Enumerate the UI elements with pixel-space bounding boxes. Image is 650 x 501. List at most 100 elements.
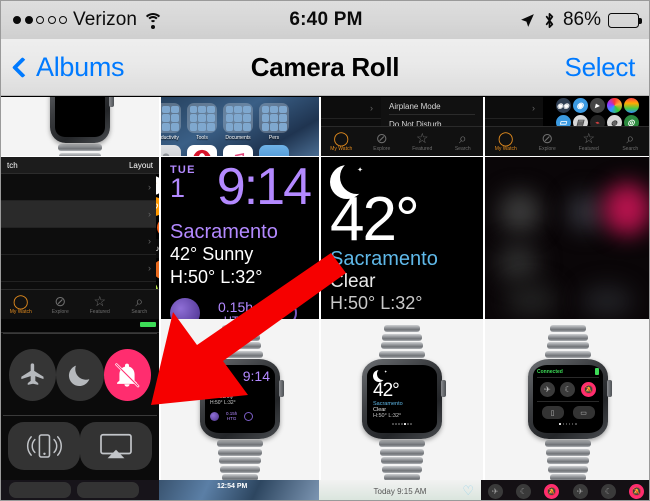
crescent-moon-icon: ✦: [330, 160, 374, 199]
photo-cell-apple-watch-control-center-photo[interactable]: Connected ✈ ☾ 🔕 ▯ ▭: [485, 319, 649, 480]
crescent-moon-icon: ✦: [373, 368, 389, 382]
tab-label: My Watch: [9, 309, 32, 315]
activity-ring-icon: [244, 411, 254, 421]
silent-bell-slash-icon[interactable]: 🔕: [581, 382, 597, 397]
springboard-app: Contacts: [161, 145, 181, 156]
photo-cell-message-thread-thumb[interactable]: Today 9:15 AM ♡: [319, 480, 481, 500]
photo-cell-iphone-home-screen-thumb[interactable]: Productivity Tools Documents Pers: [161, 97, 319, 156]
explore-compass-icon: ⊘: [541, 130, 554, 146]
activity-ring-icon: 9: [271, 300, 298, 319]
bluetooth-icon: [545, 12, 554, 28]
watch-outline-icon: ◯: [12, 293, 29, 309]
control-center-action-row: [1, 416, 159, 480]
airplane-mode-icon[interactable]: [9, 348, 57, 401]
photo-cell-watch-app-glances-thumb[interactable]: › › ◉◉ ◉ ▸ ▭ ▤ ⌁ ◍: [485, 97, 650, 156]
tab-explore[interactable]: ⊘ Explore: [41, 290, 81, 319]
iphone-photos-screen: Verizon 6:40 PM 86% Albums Camera Roll S…: [0, 0, 650, 501]
tab-my-watch[interactable]: ◯ My Watch: [485, 127, 527, 156]
tab-label: My Watch: [494, 146, 517, 152]
tab-featured[interactable]: ☆ Featured: [80, 290, 120, 319]
tab-label: Explore: [538, 146, 556, 152]
control-center-handle: [1, 319, 159, 333]
tab-search[interactable]: ⌕ Search: [610, 127, 650, 156]
nav-right-label: Layout: [128, 160, 153, 170]
back-button[interactable]: Albums: [1, 52, 251, 83]
weather-city: Sacramento: [170, 221, 278, 244]
photo-cell-blurred-dark-control-center-thumb[interactable]: [485, 157, 649, 319]
tab-label: Featured: [578, 146, 599, 152]
chevron-left-icon: [11, 56, 34, 78]
silent-bell-slash-icon[interactable]: [103, 348, 151, 401]
activity-complication: 0.15h HTG: [218, 299, 253, 319]
photo-cell-ios-control-center-thumb[interactable]: [1, 319, 159, 480]
silent-bell-slash-icon: 🔕: [629, 483, 645, 499]
heart-icon: ♡: [462, 483, 474, 498]
page-dots: [537, 423, 599, 425]
tab-my-watch[interactable]: ◯ My Watch: [1, 290, 41, 319]
tab-explore[interactable]: ⊘ Explore: [527, 127, 569, 156]
battery-icon: [595, 368, 599, 375]
watch-app-honeycomb-grid: ✓ H ✦ ⏻ ▤ ❶ ☁ ⏱: [156, 174, 159, 289]
navigation-bar: Albums Camera Roll Select: [1, 39, 649, 96]
photo-cell-watch-control-center-thumb-a[interactable]: ✈ ☾ 🔕: [481, 480, 566, 500]
photo-cell-control-center-partial-thumb[interactable]: [1, 480, 159, 500]
ring-label: 9: [281, 308, 287, 318]
airplay-icon[interactable]: ▭: [572, 406, 595, 419]
do-not-disturb-moon-icon: ☾: [600, 483, 616, 499]
do-not-disturb-moon-icon[interactable]: ☾: [560, 382, 576, 397]
day-number: 1: [170, 173, 186, 203]
settings-row-label: Airplane Mode: [389, 99, 475, 115]
photo-cell-apple-watch-on-white-thumb[interactable]: [1, 97, 159, 156]
photo-cell-watch-control-center-thumb-b[interactable]: ✈ ☾ 🔕: [566, 480, 649, 500]
activity-value: 0.15h: [218, 298, 254, 315]
airplay-icon[interactable]: [80, 422, 152, 470]
photo-cell-watch-app-layout-thumb[interactable]: tch Layout › › › › s› ✓ H ✦: [1, 157, 159, 319]
weather-condition: Clear: [330, 270, 376, 292]
contacts-icon: [161, 145, 181, 156]
connection-status-label: Connected: [537, 368, 563, 375]
weather-temperature: 42°: [373, 380, 400, 401]
springboard-folder: Pers: [259, 103, 289, 141]
photo-cell-modular-watch-face-thumb[interactable]: TUE 1 9:14 Sacramento 42° Sunny H:50° L:…: [161, 157, 319, 319]
tab-label: Featured: [412, 146, 433, 152]
tab-search[interactable]: ⌕ Search: [120, 290, 160, 319]
status-bar-clock: 6:40 PM: [289, 9, 363, 30]
photo-cell-apple-watch-weather-photo[interactable]: ✦ 42° Sacramento Clear H:50° L:32°: [321, 319, 483, 480]
select-button[interactable]: Select: [565, 52, 636, 83]
search-icon: ⌕: [135, 293, 144, 309]
watch-app-tab-bar: ◯ My Watch ⊘ Explore ☆ Featured ⌕ Search: [1, 289, 159, 319]
folder-label: Pers: [268, 135, 280, 141]
watch-face-time: 9:14: [242, 368, 270, 384]
weather-high-low: H:50° L:32°: [210, 400, 236, 406]
photo-cell-weather-watch-face-thumb[interactable]: ✦ 42° Sacramento Clear H:50° L:32°: [321, 157, 483, 319]
tab-explore[interactable]: ⊘ Explore: [362, 127, 403, 156]
music-icon: [223, 145, 253, 156]
tab-featured[interactable]: ☆ Featured: [568, 127, 610, 156]
ping-iphone-icon[interactable]: ▯: [541, 406, 564, 419]
weather-city: Sacramento: [330, 247, 438, 270]
lockscreen-time: 12:54 PM: [217, 483, 248, 490]
springboard-app: Music: [223, 145, 253, 156]
photo-grid: Productivity Tools Documents Pers: [1, 97, 650, 500]
airplane-mode-icon: ✈: [572, 483, 588, 499]
photo-cell-iphone-lockscreen-thumb[interactable]: 12:54 PM: [159, 480, 319, 500]
watch-outline-icon: ◯: [497, 130, 514, 146]
springboard-folder: Productivity: [161, 103, 181, 141]
watch-app-nav: tch Layout: [1, 157, 159, 174]
springboard-folder: Documents: [223, 103, 253, 141]
find-my-iphone-ping-icon[interactable]: [8, 422, 80, 470]
wifi-icon: [143, 12, 164, 29]
photo-cell-watch-app-settings-thumb[interactable]: › › Airplane Mode Do Not Disturb ◯ My Wa…: [321, 97, 483, 156]
status-bar-right: 86%: [363, 9, 649, 31]
tab-my-watch[interactable]: ◯ My Watch: [321, 127, 362, 156]
do-not-disturb-moon-icon[interactable]: [56, 348, 104, 401]
status-bar-left: Verizon: [1, 9, 289, 31]
airplane-mode-icon[interactable]: ✈: [539, 382, 555, 397]
watch-face-date: TUE 1: [170, 165, 196, 202]
activity-complication: 0.15h HTG: [226, 411, 237, 422]
photo-grid-bottom-strip: 12:54 PM Today 9:15 AM ♡ ✈ ☾ 🔕 ✈ ☾ 🔕: [1, 480, 649, 500]
watch-outline-icon: ◯: [333, 130, 350, 146]
photo-cell-apple-watch-modular-photo[interactable]: 9:14 Sacramento 42° Sunny H:50° L:32° 0.…: [161, 319, 319, 480]
tab-featured[interactable]: ☆ Featured: [402, 127, 443, 156]
tab-search[interactable]: ⌕ Search: [443, 127, 484, 156]
